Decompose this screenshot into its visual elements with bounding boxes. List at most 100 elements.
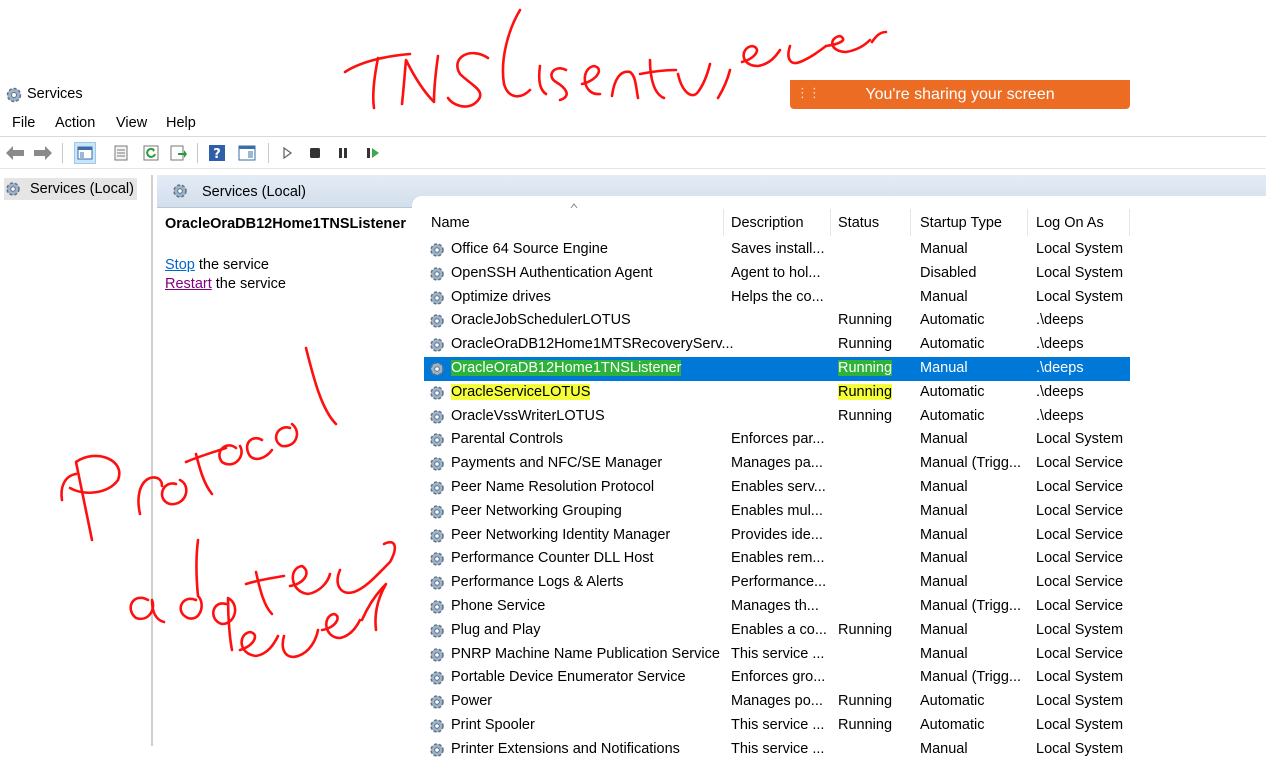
table-row[interactable]: OracleVssWriterLOTUS Running Automatic .\de… (424, 405, 1130, 429)
table-row[interactable]: Printer Extensions and Notifications This… (424, 738, 1130, 762)
play-icon (283, 146, 293, 160)
column-header-description[interactable]: Description (731, 215, 804, 231)
table-row[interactable]: Plug and Play Enables a co... Running Manua… (424, 619, 1130, 643)
gear-icon (430, 314, 444, 329)
service-status: Running (838, 383, 893, 400)
table-row[interactable]: Parental Controls Enforces par... Manual Lo… (424, 428, 1130, 452)
service-startup-type: Automatic (920, 383, 985, 400)
service-description: This service ... (731, 740, 825, 757)
service-name: Power (451, 693, 493, 710)
service-name: OracleOraDB12Home1TNSListener (451, 360, 682, 376)
refresh-button[interactable] (140, 142, 162, 164)
restart-service-button[interactable] (362, 142, 384, 164)
table-row[interactable]: Phone Service Manages th... Manual (Trigg.… (424, 595, 1130, 619)
service-log-on-as: .\deeps (1036, 312, 1084, 329)
window-title: Services (27, 86, 83, 102)
menu-file[interactable]: File (12, 115, 35, 131)
forward-button[interactable] (32, 142, 54, 164)
service-startup-type: Manual (920, 740, 968, 757)
column-divider[interactable] (1027, 209, 1028, 236)
service-log-on-as: Local System (1036, 693, 1124, 710)
service-name: OracleVssWriterLOTUS (451, 407, 605, 424)
table-row[interactable]: Power Manages po... Running Automatic Local … (424, 690, 1130, 714)
tree-item-services-local[interactable]: Services (Local) (4, 178, 137, 200)
service-startup-type: Manual (Trigg... (920, 669, 1021, 686)
gear-icon (430, 505, 444, 519)
service-log-on-as: Local Service (1036, 502, 1124, 519)
table-row[interactable]: OracleOraDB12Home1TNSListener Running Manu… (424, 357, 1130, 381)
table-row[interactable]: Print Spooler This service ... Running Auto… (424, 714, 1130, 738)
panel-title: Services (Local) (202, 184, 306, 200)
gear-icon (430, 386, 444, 400)
column-header-log-on-as[interactable]: Log On As (1036, 215, 1104, 231)
show-hide-console-tree-button[interactable] (74, 142, 96, 164)
table-row[interactable]: Optimize drives Helps the co... Manual Loca… (424, 286, 1130, 310)
svg-text:?: ? (213, 147, 221, 162)
gear-icon (430, 695, 444, 709)
menu-action[interactable]: Action (55, 115, 95, 131)
column-header-status[interactable]: Status (838, 215, 879, 231)
back-button[interactable] (4, 142, 26, 164)
stop-service-link[interactable]: Stop (165, 257, 195, 273)
table-row[interactable]: OracleServiceLOTUS Running Automatic .\deep… (424, 381, 1130, 405)
service-log-on-as: Local System (1036, 264, 1124, 281)
service-status: Running (838, 693, 893, 710)
table-row[interactable]: OracleJobSchedulerLOTUS Running Automatic.… (424, 309, 1130, 333)
table-row[interactable]: PNRP Machine Name Publication Service Thi… (424, 643, 1130, 667)
screen-sharing-banner[interactable]: ⋮⋮ You're sharing your screen (790, 80, 1130, 109)
restart-service-link[interactable]: Restart (165, 276, 212, 292)
export-list-button[interactable] (168, 142, 190, 164)
service-log-on-as: .\deeps (1036, 360, 1084, 376)
console-tree-icon (77, 146, 93, 160)
help-button[interactable]: ? (206, 142, 228, 164)
toolbar-divider (0, 168, 1266, 169)
column-divider[interactable] (1129, 209, 1130, 236)
service-startup-type: Manual (920, 502, 968, 519)
column-header-name[interactable]: Name (431, 215, 470, 231)
service-description: Provides ide... (731, 526, 823, 543)
table-row[interactable]: Performance Logs & Alerts Performance... M… (424, 571, 1130, 595)
console-tree: Services (Local) (1, 175, 153, 746)
table-row[interactable]: Office 64 Source Engine Saves install... M… (424, 238, 1130, 262)
table-row[interactable]: Peer Networking Identity Manager Provides… (424, 524, 1130, 548)
service-startup-type: Manual (920, 241, 968, 257)
menu-help[interactable]: Help (166, 115, 196, 131)
table-row[interactable]: Portable Device Enumerator Service Enforc… (424, 666, 1130, 690)
properties-button[interactable] (110, 142, 132, 164)
service-startup-type: Manual (920, 621, 968, 638)
table-row[interactable]: Performance Counter DLL Host Enables rem.… (424, 547, 1130, 571)
stop-service-button[interactable] (304, 142, 326, 164)
table-row[interactable]: Peer Networking Grouping Enables mul... Ma… (424, 500, 1130, 524)
column-divider[interactable] (910, 209, 911, 236)
action-pane-button[interactable] (236, 142, 258, 164)
service-name: Payments and NFC/SE Manager (451, 455, 663, 472)
table-row[interactable]: OpenSSH Authentication Agent Agent to hol… (424, 262, 1130, 286)
services-gear-icon (6, 87, 22, 103)
table-row[interactable]: OracleOraDB12Home1MTSRecoveryServ... Runn… (424, 333, 1130, 357)
restart-service-line: Restart the service (165, 276, 286, 292)
service-startup-type: Manual (920, 479, 968, 495)
action-pane-icon (238, 145, 256, 161)
service-description: Enables a co... (731, 621, 827, 638)
column-header-startup-type[interactable]: Startup Type (920, 215, 1002, 231)
service-name: PNRP Machine Name Publication Service (451, 645, 720, 662)
service-log-on-as: .\deeps (1036, 383, 1084, 400)
column-divider[interactable] (830, 209, 831, 236)
gear-icon (430, 528, 444, 543)
stop-icon (310, 148, 320, 158)
start-service-button[interactable] (276, 142, 298, 164)
service-startup-type: Disabled (920, 264, 977, 281)
service-status: Running (838, 717, 893, 733)
table-row[interactable]: Peer Name Resolution Protocol Enables ser… (424, 476, 1130, 500)
service-name: Performance Counter DLL Host (451, 550, 654, 567)
pause-service-button[interactable] (332, 142, 354, 164)
service-status: Running (838, 621, 893, 638)
column-divider[interactable] (723, 209, 724, 236)
service-description: This service ... (731, 645, 825, 662)
service-log-on-as: .\deeps (1036, 407, 1084, 424)
properties-icon (114, 145, 128, 161)
service-startup-type: Automatic (920, 717, 985, 733)
menu-view[interactable]: View (116, 115, 147, 131)
table-row[interactable]: Payments and NFC/SE Manager Manages pa...… (424, 452, 1130, 476)
service-description: Performance... (731, 574, 827, 591)
